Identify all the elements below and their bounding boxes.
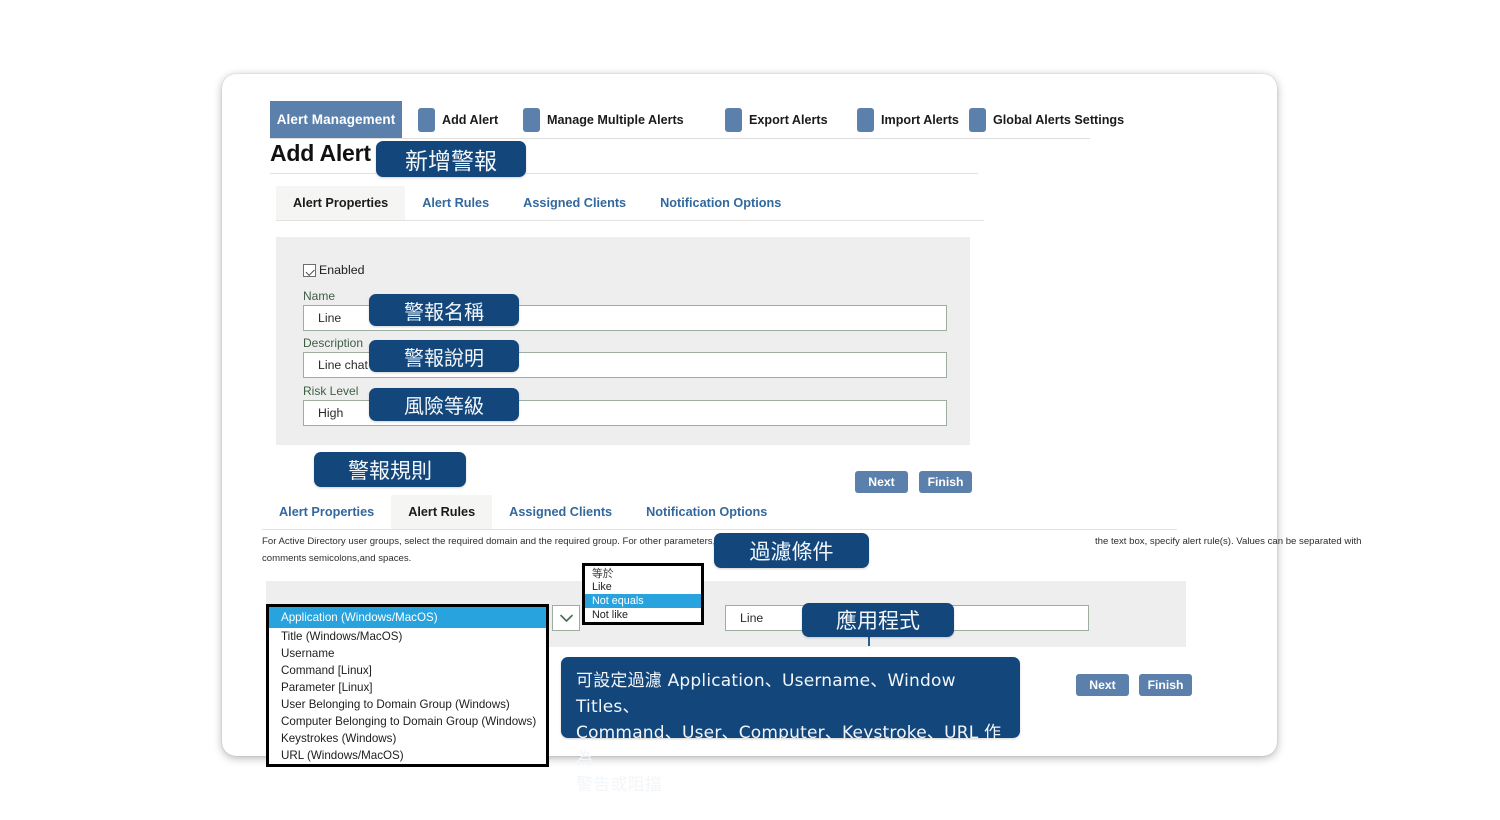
square-icon bbox=[523, 108, 540, 132]
rule-parameter-option[interactable]: Title (Windows/MacOS) bbox=[269, 628, 546, 645]
rule-parameter-selected-option[interactable]: Application (Windows/MacOS) bbox=[269, 607, 546, 628]
rule-parameter-option[interactable]: User Belonging to Domain Group (Windows) bbox=[269, 696, 546, 713]
square-icon bbox=[725, 108, 742, 132]
ribbon-item-add-alert[interactable]: Add Alert bbox=[418, 105, 498, 135]
ribbon-item-label: Global Alerts Settings bbox=[993, 113, 1125, 127]
page-title: Add Alert bbox=[270, 140, 371, 166]
tab-alert-rules[interactable]: Alert Rules bbox=[405, 186, 506, 220]
rule-operator-option-selected[interactable]: Not equals bbox=[585, 594, 701, 608]
annotation-alert-rules: 警報規則 bbox=[314, 452, 466, 487]
rule-parameter-option[interactable]: Computer Belonging to Domain Group (Wind… bbox=[269, 713, 546, 730]
square-icon bbox=[857, 108, 874, 132]
enabled-checkbox-row[interactable]: Enabled bbox=[303, 263, 364, 277]
annotation-application: 應用程式 bbox=[802, 603, 954, 637]
tab2-assigned-clients[interactable]: Assigned Clients bbox=[492, 495, 629, 529]
alert-rules-tabstrip: Alert Properties Alert Rules Assigned Cl… bbox=[262, 495, 1177, 530]
annotation-summary-line-3: 警告或阻擋 bbox=[576, 775, 662, 795]
rule-operator-option[interactable]: Not like bbox=[585, 608, 701, 622]
ribbon-item-label: Import Alerts bbox=[881, 113, 959, 127]
tab-assigned-clients[interactable]: Assigned Clients bbox=[506, 186, 643, 220]
finish-button-top[interactable]: Finish bbox=[919, 471, 972, 493]
annotation-alert-name: 警報名稱 bbox=[369, 294, 519, 326]
rule-parameter-option[interactable]: Username bbox=[269, 645, 546, 662]
alert-properties-tabstrip: Alert Properties Alert Rules Assigned Cl… bbox=[276, 186, 984, 221]
enabled-label: Enabled bbox=[319, 263, 365, 277]
ribbon-item-import-alerts[interactable]: Import Alerts bbox=[857, 105, 959, 135]
next-button-bottom[interactable]: Next bbox=[1076, 674, 1129, 696]
rule-parameter-option[interactable]: URL (Windows/MacOS) bbox=[269, 747, 546, 764]
ribbon-item-manage-multiple-alerts[interactable]: Manage Multiple Alerts bbox=[523, 105, 684, 135]
rule-operator-select[interactable]: 等於 Like Not equals Not like bbox=[582, 563, 704, 625]
square-icon bbox=[969, 108, 986, 132]
rules-help-text-right: the text box, specify alert rule(s). Val… bbox=[1095, 536, 1362, 547]
annotation-risk-level: 風險等級 bbox=[369, 388, 519, 421]
next-button-top[interactable]: Next bbox=[855, 471, 908, 493]
annotation-add-alert: 新增警報 bbox=[376, 141, 526, 177]
annotation-filter-condition: 過濾條件 bbox=[714, 533, 869, 568]
rule-parameter-select[interactable]: Application (Windows/MacOS) Title (Windo… bbox=[266, 604, 549, 767]
rule-parameter-option[interactable]: Command [Linux] bbox=[269, 662, 546, 679]
square-icon bbox=[418, 108, 435, 132]
annotation-summary-line-1: 可設定過濾 Application、Username、Window Titles… bbox=[576, 671, 956, 717]
annotation-alert-description: 警報說明 bbox=[369, 340, 519, 372]
ribbon-item-export-alerts[interactable]: Export Alerts bbox=[725, 105, 828, 135]
tab2-alert-properties[interactable]: Alert Properties bbox=[262, 495, 391, 529]
ribbon-item-label: Manage Multiple Alerts bbox=[547, 113, 684, 127]
ribbon-item-label: Add Alert bbox=[442, 113, 499, 127]
rule-operator-option[interactable]: 等於 bbox=[585, 566, 701, 580]
ribbon-item-label: Export Alerts bbox=[749, 113, 828, 127]
chevron-down-icon[interactable] bbox=[552, 605, 580, 631]
rule-parameter-option[interactable]: Keystrokes (Windows) bbox=[269, 730, 546, 747]
annotation-summary: 可設定過濾 Application、Username、Window Titles… bbox=[561, 657, 1020, 795]
tab2-notification-options[interactable]: Notification Options bbox=[629, 495, 784, 529]
tab2-alert-rules[interactable]: Alert Rules bbox=[391, 495, 493, 529]
rule-parameter-option[interactable]: Parameter [Linux] bbox=[269, 679, 546, 696]
checkbox-checked-icon[interactable] bbox=[303, 263, 316, 277]
alert-management-ribbon: Alert Management Add Alert Manage Multip… bbox=[270, 101, 1124, 139]
ribbon-item-global-alerts-settings[interactable]: Global Alerts Settings bbox=[969, 105, 1124, 135]
ribbon-tab-alert-management[interactable]: Alert Management bbox=[270, 101, 402, 138]
rules-help-line-1: For Active Directory user groups, select… bbox=[262, 536, 716, 547]
finish-button-bottom[interactable]: Finish bbox=[1139, 674, 1192, 696]
rule-operator-option[interactable]: Like bbox=[585, 580, 701, 594]
tab-notification-options[interactable]: Notification Options bbox=[643, 186, 798, 220]
tab-alert-properties[interactable]: Alert Properties bbox=[276, 186, 406, 220]
